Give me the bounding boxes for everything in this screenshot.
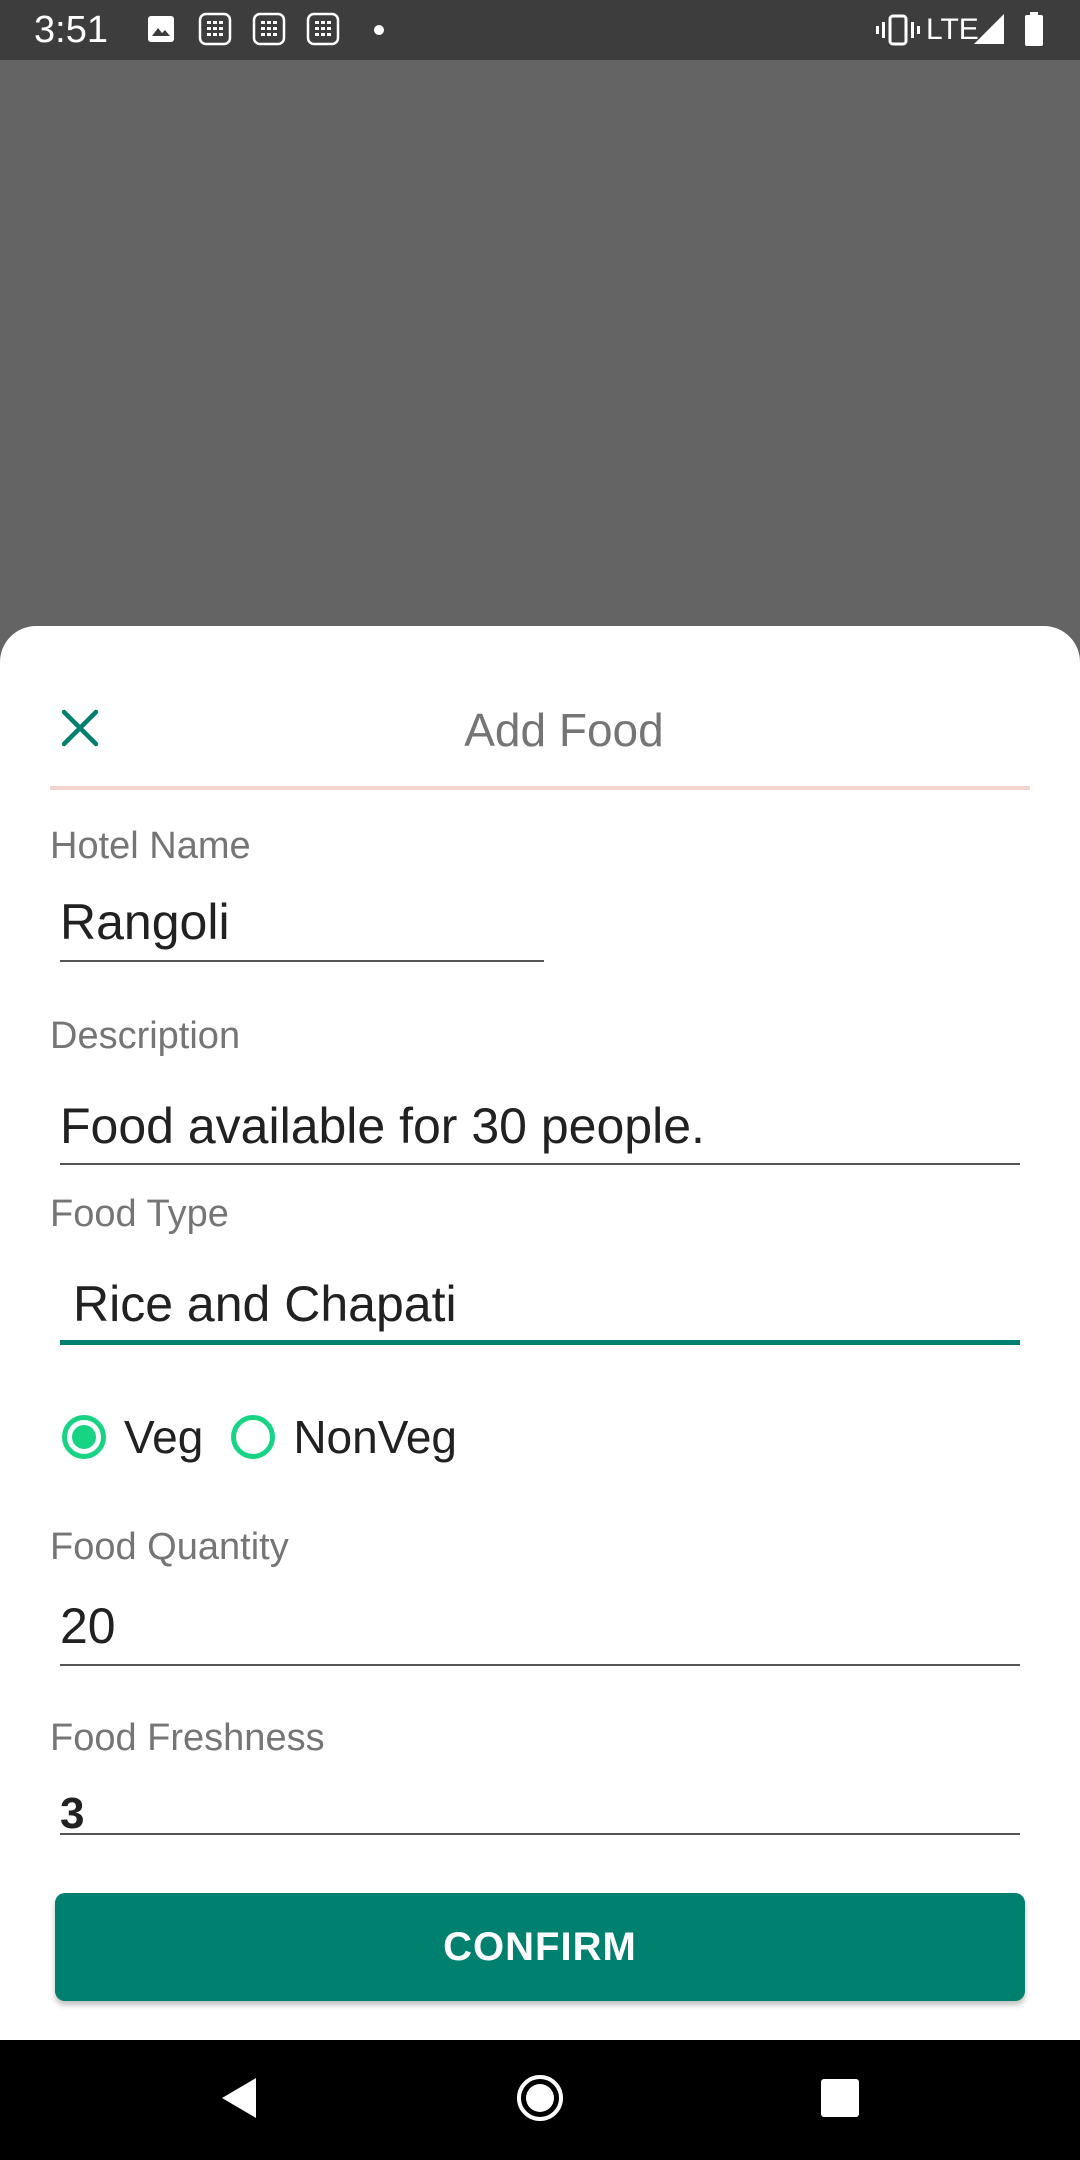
status-time: 3:51 bbox=[34, 9, 108, 51]
food-type-input[interactable]: Rice and Chapati bbox=[73, 1274, 457, 1334]
hotel-name-underline bbox=[60, 960, 544, 962]
description-label: Description bbox=[50, 1015, 241, 1057]
recents-icon bbox=[820, 2078, 860, 2123]
food-freshness-label: Food Freshness bbox=[50, 1717, 325, 1759]
battery-icon bbox=[1024, 12, 1044, 46]
food-type-label: Food Type bbox=[50, 1193, 229, 1235]
nonveg-label: NonVeg bbox=[293, 1411, 458, 1463]
food-quantity-underline bbox=[60, 1664, 1020, 1666]
confirm-button[interactable]: CONFIRM bbox=[55, 1893, 1025, 2001]
food-freshness-underline bbox=[60, 1833, 1020, 1835]
add-food-sheet: Add Food Hotel Name Rangoli Description … bbox=[0, 626, 1080, 2040]
sheet-title: Add Food bbox=[464, 704, 664, 756]
nonveg-radio[interactable]: NonVeg bbox=[231, 1410, 457, 1464]
home-icon bbox=[515, 2073, 565, 2128]
food-quantity-label: Food Quantity bbox=[50, 1526, 289, 1568]
radio-checked-icon bbox=[62, 1415, 106, 1459]
navigation-bar bbox=[0, 2040, 1080, 2160]
signal-icon bbox=[972, 12, 1006, 46]
status-bar: 3:51 LTE bbox=[0, 0, 1080, 60]
calculator-icon bbox=[306, 12, 340, 46]
veg-label: Veg bbox=[124, 1411, 204, 1463]
calculator-icon bbox=[252, 12, 286, 46]
image-icon bbox=[146, 14, 176, 44]
network-type: LTE bbox=[926, 13, 979, 46]
food-quantity-input[interactable]: 20 bbox=[60, 1596, 116, 1656]
back-icon bbox=[218, 2076, 258, 2125]
radio-unchecked-icon bbox=[231, 1415, 276, 1459]
hotel-name-label: Hotel Name bbox=[50, 825, 251, 867]
recents-button[interactable] bbox=[810, 2070, 870, 2130]
title-divider bbox=[50, 786, 1030, 790]
back-button[interactable] bbox=[208, 2070, 268, 2130]
dimmed-background[interactable] bbox=[0, 60, 1080, 626]
hotel-name-input[interactable]: Rangoli bbox=[60, 892, 230, 952]
food-freshness-input[interactable]: 3 bbox=[60, 1784, 84, 1844]
food-category-radio-group: Veg NonVeg bbox=[62, 1402, 485, 1472]
description-underline bbox=[60, 1163, 1020, 1165]
calculator-icon bbox=[198, 12, 232, 46]
dot-icon bbox=[374, 25, 384, 35]
vibrate-icon bbox=[876, 14, 920, 46]
veg-radio[interactable]: Veg bbox=[62, 1410, 203, 1464]
description-input[interactable]: Food available for 30 people. bbox=[60, 1096, 705, 1156]
food-type-underline bbox=[60, 1340, 1020, 1345]
home-button[interactable] bbox=[510, 2070, 570, 2130]
